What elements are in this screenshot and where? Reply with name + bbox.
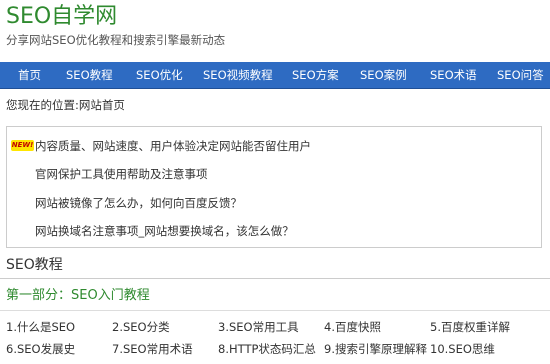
site-subtitle: 分享网站SEO优化教程和搜索引擎最新动态 [6, 33, 226, 47]
lesson-link[interactable]: 4.百度快照 [324, 320, 381, 334]
main-nav: 首页 SEO教程 SEO优化 SEO视频教程 SEO方案 SEO案例 SEO术语… [0, 62, 550, 89]
nav-item-seo-tutorial[interactable]: SEO教程 [66, 62, 113, 88]
nav-item-seo-terms[interactable]: SEO术语 [430, 62, 477, 88]
part-divider [0, 310, 550, 311]
lesson-link[interactable]: 1.什么是SEO [6, 320, 75, 334]
section-divider [0, 278, 550, 279]
nav-item-home[interactable]: 首页 [18, 62, 41, 88]
lesson-link[interactable]: 10.SEO思维 [430, 342, 495, 356]
lesson-link[interactable]: 8.HTTP状态码汇总 [218, 342, 316, 356]
news-item[interactable]: 内容质量、网站速度、用户体验决定网站能否留住用户 [35, 139, 311, 153]
news-item[interactable]: 网站被镜像了怎么办，如何向百度反馈？ [35, 196, 242, 210]
nav-item-seo-optimization[interactable]: SEO优化 [136, 62, 183, 88]
nav-item-seo-video[interactable]: SEO视频教程 [203, 62, 273, 88]
lesson-link[interactable]: 7.SEO常用术语 [112, 342, 193, 356]
section-title: SEO教程 [6, 257, 63, 273]
news-box: NEW! 内容质量、网站速度、用户体验决定网站能否留住用户 官网保护工具使用帮助… [6, 126, 542, 248]
lesson-link[interactable]: 3.SEO常用工具 [218, 320, 299, 334]
new-badge: NEW! [11, 140, 34, 151]
nav-item-seo-plan[interactable]: SEO方案 [292, 62, 339, 88]
news-item[interactable]: 官网保护工具使用帮助及注意事项 [35, 167, 208, 181]
site-title[interactable]: SEO自学网 [6, 4, 117, 30]
news-item[interactable]: 网站换域名注意事项_网站想要换域名，该怎么做？ [35, 224, 294, 238]
nav-item-seo-case[interactable]: SEO案例 [360, 62, 407, 88]
lesson-link[interactable]: 6.SEO发展史 [6, 342, 75, 356]
breadcrumb-prefix: 您现在的位置: [6, 98, 79, 112]
breadcrumb: 您现在的位置:网站首页 [6, 98, 125, 112]
nav-item-seo-qa[interactable]: SEO问答 [497, 62, 544, 88]
breadcrumb-home-link[interactable]: 网站首页 [79, 98, 125, 112]
lesson-link[interactable]: 9.搜索引擎原理解释 [324, 342, 427, 356]
lesson-link[interactable]: 5.百度权重详解 [430, 320, 510, 334]
part-title[interactable]: 第一部分：SEO入门教程 [6, 288, 150, 304]
lesson-link[interactable]: 2.SEO分类 [112, 320, 170, 334]
